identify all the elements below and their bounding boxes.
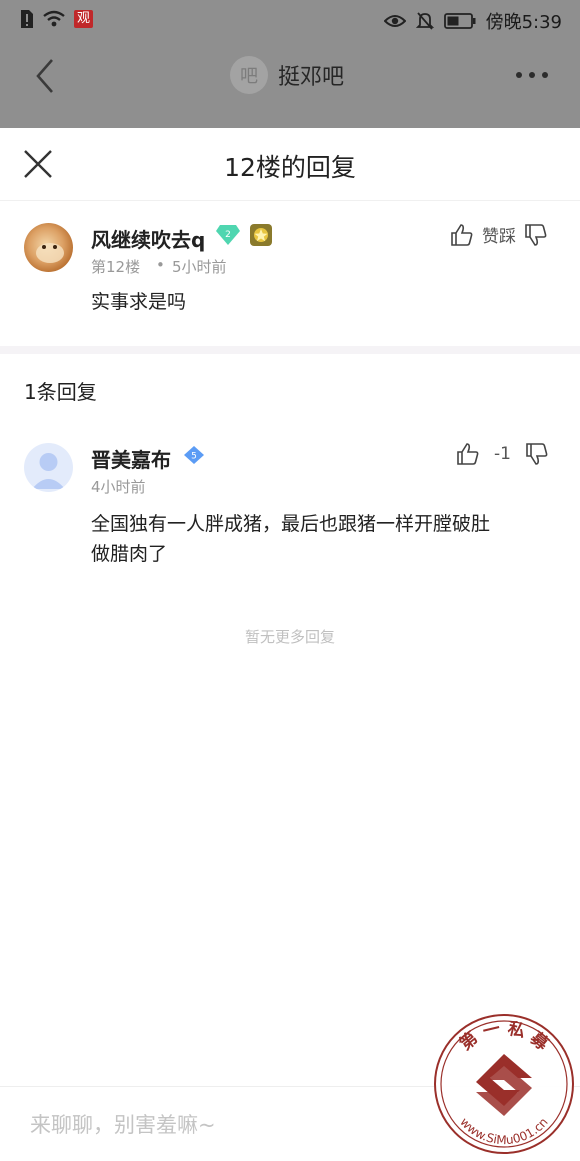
level-number: 5 <box>191 452 197 462</box>
meta-dot: • <box>156 256 165 274</box>
forum-avatar-text: 吧 <box>240 66 258 87</box>
carrier-badge: 观 <box>74 10 94 28</box>
sheet-header: 12楼的回复 <box>0 128 580 201</box>
no-more-replies: 暂无更多回复 <box>244 628 335 646</box>
hamster-icon <box>36 243 64 263</box>
nav-bar: 吧 挺邓吧 <box>0 40 580 128</box>
level-badge-icon: 2 <box>216 225 240 245</box>
sim-alert-icon <box>21 10 33 28</box>
reply-content-line-1: 全国独有一人胖成猪，最后也跟猪一样开膛破肚 <box>91 513 491 535</box>
wifi-icon <box>43 10 65 27</box>
more-icon[interactable] <box>514 70 550 80</box>
post-content: 实事求是吗 <box>91 291 187 313</box>
reply-username[interactable]: 晋美嘉布 <box>91 444 171 473</box>
reply-count: 1条回复 <box>24 380 97 404</box>
section-divider <box>0 346 580 354</box>
eye-icon <box>383 15 406 27</box>
forum-title-group[interactable]: 吧 挺邓吧 <box>230 56 344 94</box>
reply-vote-group: -1 <box>456 442 549 466</box>
comment-input[interactable] <box>28 1107 432 1143</box>
clock-text: 傍晚5:39 <box>485 12 562 33</box>
vote-score: -1 <box>494 444 511 464</box>
status-bar: 观 傍晚5:39 <box>0 0 580 40</box>
forum-name: 挺邓吧 <box>278 65 345 90</box>
thumbs-up-icon[interactable] <box>456 442 480 466</box>
mute-bell-icon <box>415 12 434 30</box>
thumbs-down-icon[interactable] <box>524 223 548 247</box>
thumbs-down-icon[interactable] <box>525 442 549 466</box>
default-user-icon <box>32 453 65 489</box>
post-username[interactable]: 风继续吹去q <box>91 224 205 253</box>
thumbs-up-icon[interactable] <box>450 223 474 247</box>
reply-sheet: 12楼的回复 风继续吹去q 2 第12楼 • 5小时前 实事求是吗 赞踩 1条回… <box>0 128 580 1161</box>
reply-time: 4小时前 <box>91 478 146 496</box>
vote-group: 赞踩 <box>450 222 548 247</box>
forum-avatar: 吧 <box>230 56 268 94</box>
watermark-stamp: 第 一 私 募 www.SiMu001.cn <box>434 1014 574 1154</box>
sheet-title: 12楼的回复 <box>224 153 356 182</box>
vote-label[interactable]: 赞踩 <box>482 222 516 247</box>
avatar[interactable] <box>24 443 73 492</box>
medal-icon <box>250 224 272 246</box>
back-arrow-icon[interactable] <box>34 58 56 94</box>
floor-number: 第12楼 <box>91 258 141 276</box>
post-time: 5小时前 <box>172 258 227 276</box>
battery-icon <box>443 13 476 29</box>
level-number: 2 <box>225 230 231 240</box>
avatar[interactable] <box>24 223 73 272</box>
level-badge-icon: 5 <box>184 446 204 464</box>
reply-content-line-2: 做腊肉了 <box>91 543 168 565</box>
